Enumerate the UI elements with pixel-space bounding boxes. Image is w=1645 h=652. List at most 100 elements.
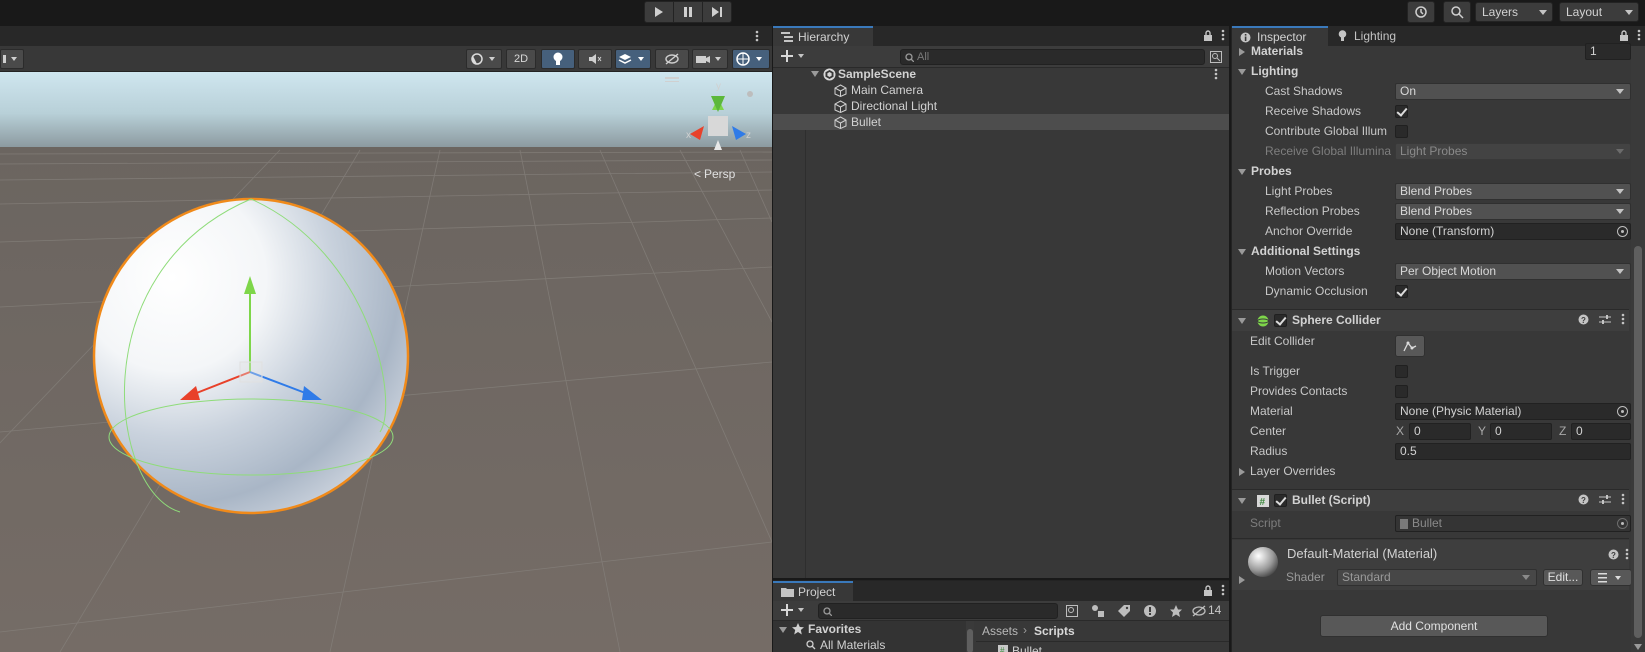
effects-dropdown[interactable] (615, 49, 651, 69)
hierarchy-item-main-camera[interactable]: Main Camera (773, 82, 1229, 98)
object-picker-icon[interactable] (1617, 406, 1628, 417)
project-file-item[interactable]: Bullet (1012, 644, 1042, 652)
scene-camera-dropdown[interactable] (692, 49, 728, 69)
shader-dropdown[interactable]: Standard (1337, 569, 1537, 586)
toggle-2d-button[interactable]: 2D (506, 49, 536, 69)
center-z-field[interactable]: 0 (1571, 423, 1631, 440)
gizmos-dropdown[interactable] (732, 49, 770, 69)
favorite-star-icon[interactable] (1169, 604, 1183, 618)
shader-list-dropdown[interactable] (1590, 569, 1632, 586)
more-options-icon[interactable] (1625, 548, 1629, 560)
reflection-probes-dropdown[interactable]: Blend Probes (1395, 203, 1631, 220)
scene-lighting-toggle[interactable] (541, 49, 575, 69)
presets-sliders-icon[interactable] (1599, 494, 1611, 505)
sphere-collider-header[interactable]: Sphere Collider ? (1232, 309, 1629, 331)
sphere-collider-enabled-checkbox[interactable] (1274, 314, 1287, 327)
scrollbar-thumb[interactable] (1634, 246, 1642, 638)
layers-dropdown[interactable]: Layers (1475, 2, 1553, 22)
add-component-button[interactable]: Add Component (1320, 615, 1548, 637)
help-icon[interactable]: ? (1578, 314, 1589, 325)
edit-collider-button[interactable] (1395, 335, 1425, 357)
search-button[interactable] (1443, 1, 1471, 23)
play-button[interactable] (644, 1, 674, 23)
hierarchy-item-bullet[interactable]: Bullet (773, 114, 1229, 130)
materials-count-field[interactable]: 1 (1585, 43, 1631, 60)
more-options-icon[interactable] (1214, 68, 1218, 80)
additional-settings-header[interactable]: Additional Settings (1232, 242, 1629, 261)
probes-section-header[interactable]: Probes (1232, 162, 1629, 181)
help-icon[interactable]: ? (1608, 549, 1619, 560)
light-probes-dropdown[interactable]: Blend Probes (1395, 183, 1631, 200)
layout-dropdown[interactable]: Layout (1559, 2, 1639, 22)
hierarchy-scene-row[interactable]: SampleScene (773, 66, 1229, 82)
add-plus-icon[interactable] (781, 604, 807, 617)
lock-icon[interactable] (1203, 29, 1213, 41)
project-search-input[interactable] (818, 603, 1058, 619)
favorites-label[interactable]: Favorites (808, 622, 861, 636)
scrollbar-thumb[interactable] (967, 629, 973, 652)
hidden-packages-icon[interactable] (1191, 605, 1207, 617)
add-plus-icon[interactable] (781, 50, 807, 63)
anchor-override-field[interactable]: None (Transform) (1395, 223, 1631, 240)
tab-hierarchy[interactable]: Hierarchy (773, 26, 873, 47)
panel-divider[interactable] (772, 26, 773, 652)
filter-type-icon[interactable] (1091, 604, 1105, 618)
pause-button[interactable] (673, 1, 703, 23)
more-options-icon[interactable] (755, 30, 759, 42)
materials-row[interactable]: Materials 1 (1232, 42, 1631, 61)
expand-arrow-icon[interactable] (1239, 576, 1245, 584)
hierarchy-search-input[interactable]: All (900, 49, 1205, 65)
collider-material-field[interactable]: None (Physic Material) (1395, 403, 1631, 420)
object-picker-icon[interactable] (1617, 226, 1628, 237)
is-trigger-checkbox[interactable] (1395, 365, 1408, 378)
center-y-field[interactable]: 0 (1490, 423, 1552, 440)
bullet-script-enabled-checkbox[interactable] (1274, 494, 1287, 507)
lock-icon[interactable] (1619, 29, 1629, 41)
contribute-gi-checkbox[interactable] (1395, 125, 1408, 138)
persp-label[interactable]: Persp (704, 167, 736, 181)
search-by-type-icon[interactable] (1066, 605, 1078, 617)
label-tag-icon[interactable] (1117, 604, 1131, 618)
project-tree-scrollbar[interactable] (966, 621, 974, 652)
expand-arrow-icon[interactable] (1239, 468, 1245, 476)
cast-shadows-dropdown[interactable]: On (1395, 83, 1631, 100)
motion-vectors-dropdown[interactable]: Per Object Motion (1395, 263, 1631, 280)
grid-snapping-dropdown[interactable] (0, 49, 24, 69)
expand-arrow-icon[interactable] (811, 71, 819, 77)
collapse-arrow-icon[interactable] (1238, 498, 1246, 504)
layer-overrides-row[interactable]: Layer Overrides (1232, 462, 1629, 481)
dynamic-occlusion-checkbox[interactable] (1395, 285, 1408, 298)
collapse-arrow-icon[interactable] (1238, 69, 1246, 75)
panel-divider[interactable] (1229, 26, 1231, 652)
help-icon[interactable]: ? (1578, 494, 1589, 505)
lighting-section-header[interactable]: Lighting (1232, 62, 1629, 81)
audio-toggle[interactable] (578, 49, 612, 69)
more-options-icon[interactable] (1637, 29, 1641, 41)
presets-sliders-icon[interactable] (1599, 314, 1611, 325)
edit-shader-button[interactable]: Edit... (1543, 569, 1583, 586)
history-button[interactable] (1407, 1, 1435, 23)
step-button[interactable] (702, 1, 732, 23)
scene-visibility-toggle[interactable] (655, 49, 689, 69)
collapse-arrow-icon[interactable] (1238, 249, 1246, 255)
provides-contacts-checkbox[interactable] (1395, 385, 1408, 398)
more-options-icon[interactable] (1621, 493, 1625, 505)
more-options-icon[interactable] (1221, 29, 1225, 41)
scene-canvas[interactable]: y x z < Persp (0, 72, 772, 652)
scroll-down-arrow-icon[interactable] (1634, 644, 1642, 650)
center-x-field[interactable]: 0 (1409, 423, 1471, 440)
radius-field[interactable]: 0.5 (1395, 443, 1631, 460)
search-by-type-icon[interactable] (1210, 51, 1222, 63)
log-filter-icon[interactable] (1143, 604, 1157, 618)
expand-arrow-icon[interactable] (779, 627, 787, 633)
scene-viewport[interactable]: y x z < Persp (0, 72, 772, 652)
more-options-icon[interactable] (1621, 313, 1625, 325)
inspector-scrollbar[interactable] (1631, 46, 1645, 652)
collapse-arrow-icon[interactable] (1238, 318, 1246, 324)
expand-arrow-icon[interactable] (1239, 48, 1245, 56)
all-materials-label[interactable]: All Materials (820, 638, 885, 652)
hierarchy-item-directional-light[interactable]: Directional Light (773, 98, 1229, 114)
tab-project[interactable]: Project (773, 581, 853, 602)
collapse-arrow-icon[interactable] (1238, 169, 1246, 175)
receive-shadows-checkbox[interactable] (1395, 105, 1408, 118)
